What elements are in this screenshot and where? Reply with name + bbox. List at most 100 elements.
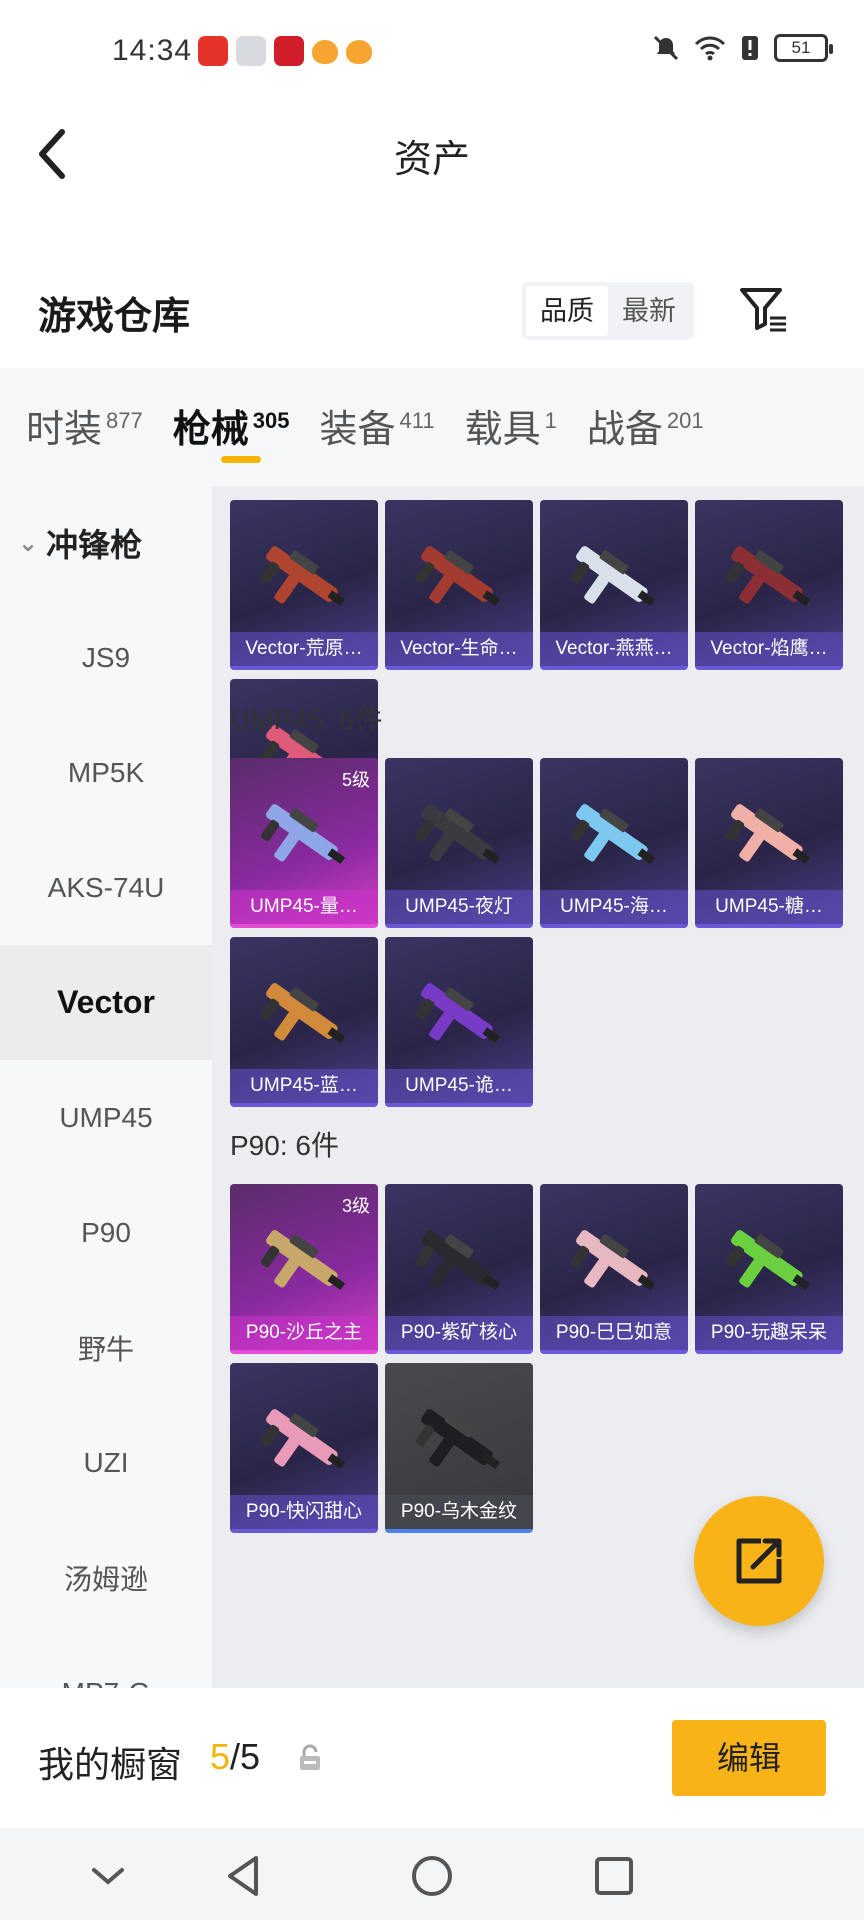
nav-collapse-icon[interactable] [78,1846,138,1906]
tab-fashion[interactable]: 时装 877 [26,368,143,486]
tab-count: 201 [666,408,704,434]
weapon-sidebar: ⌄ 冲锋枪 JS9 MP5K AKS-74U Vector UMP45 P90 野牛 UZI 汤… [0,486,212,1688]
weapon-card[interactable]: P90-巳巳如意 [540,1184,688,1354]
sidebar-item[interactable]: P90 [0,1175,212,1290]
weapon-icon [570,546,656,607]
card-grid: 5级 UMP45-量… UMP45-夜灯 UMP45-海… UMP45-糖… UMP45-… [230,758,843,1107]
huawei-app-icon [198,36,228,66]
showcase-total: /5 [230,1736,261,1777]
sidebar-item[interactable]: 野牛 [0,1290,212,1405]
weapon-card[interactable]: UMP45-蓝… [230,937,378,1107]
sidebar-item[interactable]: MP7-G [0,1635,212,1689]
sort-option-newest[interactable]: 最新 [608,286,690,336]
page-title: 资产 [393,139,470,181]
cat-app-icon [312,40,338,64]
card-label: UMP45-夜灯 [385,890,533,924]
tab-vehicles[interactable]: 载具 1 [465,368,557,486]
sidebar-category-header[interactable]: ⌄ 冲锋枪 [0,486,212,600]
nav-back-icon[interactable] [216,1846,276,1906]
weapon-card[interactable]: 3级 P90-沙丘之主 [230,1184,378,1354]
weapon-icon [725,1230,811,1291]
weapon-icon [570,1230,656,1291]
weapon-icon [415,983,501,1044]
card-label: P90-玩趣呆呆 [695,1316,843,1350]
card-label: Vector-焰鹰… [695,632,843,666]
weapon-icon [570,804,656,865]
sidebar-item[interactable]: JS9 [0,600,212,715]
card-label: P90-乌木金纹 [385,1495,533,1529]
card-label: UMP45-诡… [385,1069,533,1103]
weapon-card[interactable]: UMP45-夜灯 [385,758,533,928]
weapon-card[interactable]: Vector-焰鹰… [695,500,843,670]
status-right: 51 [652,34,833,62]
sidebar-item[interactable]: UZI [0,1405,212,1520]
card-label: P90-沙丘之主 [230,1316,378,1350]
card-label: P90-紫矿核心 [385,1316,533,1350]
box-app-icon [236,36,266,66]
tab-label: 载具 [464,409,541,451]
edit-button[interactable]: 编辑 [672,1720,826,1796]
weapon-card[interactable]: UMP45-糖… [695,758,843,928]
wifi-icon [694,36,726,61]
section-title: 游戏仓库 [38,296,191,338]
tab-supplies[interactable]: 战备 201 [587,368,704,486]
alert-icon [742,36,758,60]
notification-icons [198,36,372,66]
weapon-card[interactable]: Vector-燕燕… [540,500,688,670]
battery-indicator: 51 [774,34,833,62]
weapon-card[interactable]: P90-紫矿核心 [385,1184,533,1354]
sort-option-quality[interactable]: 品质 [526,286,608,336]
chevron-down-icon: ⌄ [18,529,39,557]
weapon-card[interactable]: UMP45-诡… [385,937,533,1107]
weapon-icon [260,1230,346,1291]
weapon-icon [415,1409,501,1470]
tab-count: 877 [106,408,143,434]
status-bar: 14:34 51 [0,0,864,104]
category-tabs: 时装 877 枪械 305 装备 411 载具 1 战备 201 [0,368,864,486]
weapon-card[interactable]: UMP45-海… [540,758,688,928]
lock-icon [300,1744,320,1770]
card-grid: 3级 P90-沙丘之主 P90-紫矿核心 P90-巳巳如意 P90-玩趣呆呆 P90-快闪… [230,1184,843,1533]
cat-app-icon-2 [346,40,372,64]
tab-count: 1 [544,408,557,434]
tab-count: 411 [399,408,435,434]
tab-label: 枪械 [172,409,249,451]
weapon-card[interactable]: P90-快闪甜心 [230,1363,378,1533]
card-level-badge: 5级 [341,770,370,790]
weapon-icon [725,546,811,607]
sidebar-item[interactable]: UMP45 [0,1060,212,1175]
sidebar-category-label: 冲锋枪 [46,527,143,563]
sidebar-item[interactable]: 汤姆逊 [0,1520,212,1635]
group-title: P90: 6件 [230,1130,339,1161]
share-button[interactable] [694,1496,824,1626]
tab-count: 305 [252,408,290,434]
weapon-icon [415,1230,501,1291]
weapon-card[interactable]: P90-乌木金纹 [385,1363,533,1533]
item-group: UMP45: 6件 5级 UMP45-量… UMP45-夜灯 UMP45-海… UMP45… [230,700,843,1107]
card-label: Vector-荒原… [230,632,378,666]
card-label: Vector-燕燕… [540,632,688,666]
weapon-card[interactable]: 5级 UMP45-量… [230,758,378,928]
card-label: UMP45-糖… [695,890,843,924]
weapon-icon [260,546,346,607]
group-title [230,486,843,500]
nav-recents-icon[interactable] [584,1846,644,1906]
weapon-card[interactable]: Vector-荒原… [230,500,378,670]
showcase-bar: 我的橱窗 5/5 编辑 [0,1688,864,1828]
card-label: UMP45-量… [230,890,378,924]
tab-label: 时装 [26,409,103,451]
sidebar-item[interactable]: MP5K [0,715,212,830]
sort-toggle: 品质 最新 [522,282,694,340]
card-label: UMP45-蓝… [230,1069,378,1103]
filter-button[interactable] [738,284,790,336]
tab-firearms[interactable]: 枪械 305 [172,368,290,486]
weapon-card[interactable]: P90-玩趣呆呆 [695,1184,843,1354]
tab-equipment[interactable]: 装备 411 [319,368,434,486]
sidebar-item[interactable]: AKS-74U [0,830,212,945]
nav-home-icon[interactable] [402,1846,462,1906]
sidebar-item[interactable]: Vector [0,945,212,1060]
weapon-card[interactable]: Vector-生命… [385,500,533,670]
weapon-icon [260,804,346,865]
card-label: P90-快闪甜心 [230,1495,378,1529]
status-time: 14:34 [112,34,193,67]
